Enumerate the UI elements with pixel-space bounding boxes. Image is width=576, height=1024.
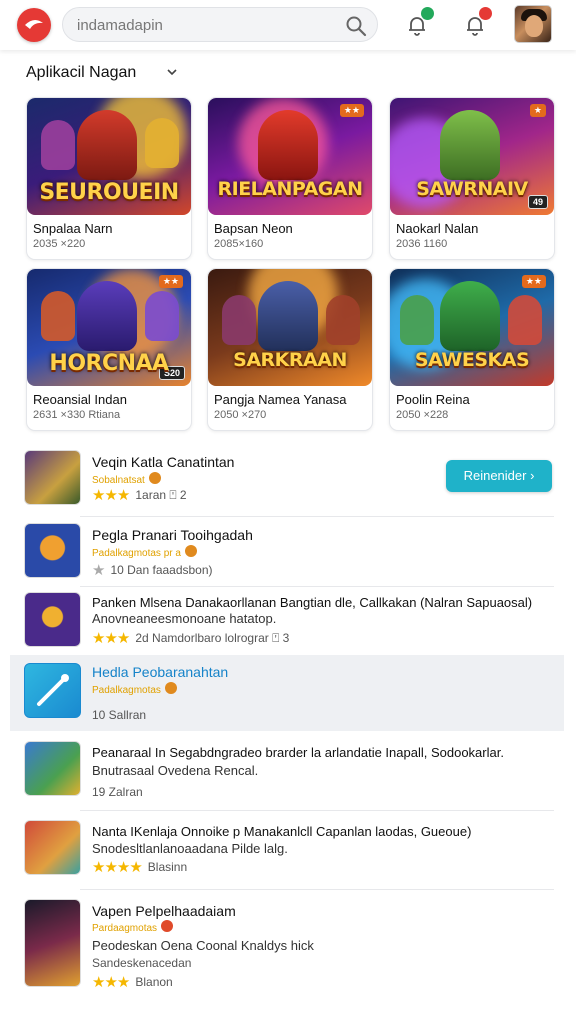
rating-badge: ★ (529, 104, 546, 117)
game-name: Poolin Reina (396, 392, 470, 407)
app-icon (24, 523, 81, 578)
game-meta: 2631 ×330 Rtiana (33, 409, 121, 421)
app-icon (24, 741, 81, 796)
game-meta: 2035 ×220 (33, 238, 86, 250)
app-icon (24, 450, 81, 505)
list-item-meta: ★ 10 Dan faaadsbon) (92, 562, 213, 579)
list-item-description: Anovneaneesmonoane hatatop. (92, 611, 277, 626)
game-thumbnail: ★ 49 SAWRNAIV (390, 98, 554, 215)
rating-badge: ★★ (158, 275, 183, 288)
list-item-meta: ★★★ Blanon (92, 974, 173, 991)
list-item[interactable]: Nanta IKenlaja Onnoike p Manakanlcll Cap… (24, 820, 554, 880)
rating-stars: ★★★ (92, 630, 130, 647)
game-thumbnail: ★★ SAWESKAS (390, 269, 554, 386)
notification-bell-icon[interactable] (406, 7, 434, 36)
list-item-subtitle: Sobalnatsat (92, 472, 161, 486)
thumbnail-title: SARKRAAN (233, 349, 347, 371)
rating-badge: ★★ (339, 104, 364, 117)
app-logo-icon[interactable] (17, 8, 51, 42)
game-meta: 2050 ×228 (396, 409, 449, 421)
top-bar: indamadapin (0, 0, 576, 50)
game-meta: 2085×160 (214, 238, 264, 250)
app-icon (24, 820, 81, 875)
game-thumbnail: ★★ RIELANPAGAN (208, 98, 372, 215)
game-name: Snpalaa Narn (33, 221, 113, 236)
game-name: Naokarl Nalan (396, 221, 479, 236)
game-name: Reoansial Indan (33, 392, 127, 407)
list-item-description: Bnutrasaal Ovedena Rencal. (92, 763, 259, 778)
list-item-description-2: Sandeskenacedan (92, 956, 192, 970)
list-item[interactable]: Pegla Pranari Tooihgadah Padalkagmotas p… (24, 523, 554, 581)
thumbnail-title: RIELANPAGAN (217, 178, 363, 200)
alerts-dot (479, 7, 492, 20)
app-icon (24, 663, 81, 718)
game-card[interactable]: ★★ S20 HORCNAA Reoansial Indan 2631 ×330… (26, 268, 192, 431)
divider (80, 586, 554, 587)
divider (80, 889, 554, 890)
list-item-description: Peodeskan Oena Coonal Knaldys hick (92, 938, 314, 953)
game-name: Bapsan Neon (214, 221, 293, 236)
list-item-subtitle: Padalkagmotas pr a (92, 545, 197, 559)
game-card[interactable]: ★ 49 SAWRNAIV Naokarl Nalan 2036 1160 (389, 97, 555, 260)
game-card[interactable]: ★★ RIELANPAGAN Bapsan Neon 2085×160 (207, 97, 373, 260)
list-item-title: Nanta IKenlaja Onnoike p Manakanlcll Cap… (92, 824, 472, 839)
list-item-meta: ★★★ 1aran ⍞ 2 (92, 487, 187, 504)
thumbnail-title: SAWRNAIV (416, 178, 528, 200)
user-avatar[interactable] (514, 5, 552, 43)
thumbnail-title: SAWESKAS (414, 349, 530, 371)
list-item[interactable]: Vapen Pelpelhaadaiam Pardaagmotas Peodes… (24, 899, 554, 991)
list-item[interactable]: Panken Mlsena Danakaorllanan Bangtian dl… (24, 592, 554, 650)
list-item-meta: ★★★★ Blasinn (92, 859, 188, 876)
game-card[interactable]: SEUROUEIN Snpalaa Narn 2035 ×220 (26, 97, 192, 260)
divider (80, 516, 554, 517)
list-item-title: Panken Mlsena Danakaorllanan Bangtian dl… (92, 595, 533, 610)
app-icon (24, 899, 81, 987)
thumbnail-title: HORCNAA (49, 351, 169, 376)
list-item-title: Peanaraal In Segabdngradeo brarder la ar… (92, 745, 504, 760)
thumbnail-title: SEUROUEIN (39, 180, 179, 205)
alerts-bell-icon[interactable] (464, 7, 492, 36)
rating-stars: ★ (92, 562, 105, 579)
list-item-description: Snodesltlanlanoaadana Pilde lalg. (92, 841, 288, 856)
list-item-title: Hedla Peobaranahtan (92, 664, 229, 680)
list-item-subtitle: Pardaagmotas (92, 920, 174, 934)
list-item-subtitle: Padalkagmotas (92, 682, 177, 696)
rating-stars: ★★★ (92, 974, 130, 991)
game-meta: 2036 1160 (396, 238, 448, 250)
rating-stars: ★★★ (92, 487, 130, 504)
chevron-down-icon[interactable] (166, 66, 178, 78)
game-card[interactable]: ★★ SAWESKAS Poolin Reina 2050 ×228 (389, 268, 555, 431)
game-card[interactable]: SARKRAAN Pangja Namea Yanasa 2050 ×270 (207, 268, 373, 431)
app-icon (24, 592, 81, 647)
game-thumbnail: SEUROUEIN (27, 98, 191, 215)
divider (80, 810, 554, 811)
search-icon[interactable] (345, 15, 367, 37)
game-thumbnail: ★★ S20 HORCNAA (27, 269, 191, 386)
section-title: Aplikacil Nagan (26, 64, 137, 81)
rating-stars: ★★★★ (92, 859, 143, 876)
game-thumbnail: SARKRAAN (208, 269, 372, 386)
list-item-meta: 19 Zalran (92, 785, 143, 799)
list-item-meta: ★★★ 2d Namdorlbaro lolrograr ⍞ 3 (92, 630, 290, 647)
search-placeholder: indamadapin (77, 17, 163, 34)
search-input[interactable]: indamadapin (62, 7, 378, 42)
game-name: Pangja Namea Yanasa (214, 392, 347, 407)
list-item-title: Vapen Pelpelhaadaiam (92, 903, 236, 919)
list-item-selected[interactable]: Hedla Peobaranahtan Padalkagmotas 10 Sal… (10, 655, 564, 731)
list-item[interactable]: Peanaraal In Segabdngradeo brarder la ar… (24, 741, 554, 801)
rating-badge: ★★ (521, 275, 546, 288)
notification-dot (421, 7, 434, 20)
game-meta: 2050 ×270 (214, 409, 267, 421)
list-item-meta: 10 Sallran (92, 708, 147, 722)
list-item-title: Pegla Pranari Tooihgadah (92, 527, 253, 543)
install-button[interactable]: Reinenider › (446, 460, 552, 492)
list-item-title: Veqin Katla Canatintan (92, 454, 235, 470)
